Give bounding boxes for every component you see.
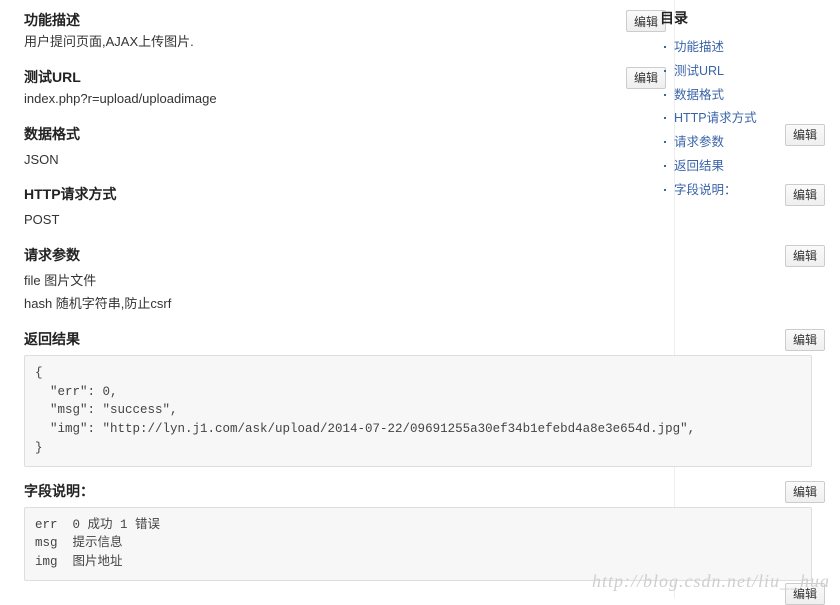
section-fmt: 编辑 数据格式 JSON <box>24 124 670 171</box>
toc-list: 功能描述 测试URL 数据格式 HTTP请求方式 请求参数 返回结果 字段说明： <box>660 36 800 202</box>
toc-link[interactable]: 测试URL <box>674 64 724 78</box>
section-title: 返回结果 <box>24 329 670 349</box>
section-title: 数据格式 <box>24 124 670 144</box>
section-fld: 编辑 字段说明： err 0 成功 1 错误 msg 提示信息 img 图片地址… <box>24 481 670 581</box>
toc-link[interactable]: 请求参数 <box>674 135 724 149</box>
toc-item: 测试URL <box>660 60 800 84</box>
toc: 目录 功能描述 测试URL 数据格式 HTTP请求方式 请求参数 返回结果 字段… <box>660 8 800 202</box>
toc-link[interactable]: 功能描述 <box>674 40 724 54</box>
toc-link[interactable]: HTTP请求方式 <box>674 111 757 125</box>
section-title: 功能描述 <box>24 10 670 30</box>
section-title: 请求参数 <box>24 245 670 265</box>
toc-link[interactable]: 字段说明： <box>674 183 737 197</box>
toc-item: 字段说明： <box>660 179 800 203</box>
edit-button[interactable]: 编辑 <box>785 329 825 351</box>
edit-button[interactable]: 编辑 <box>785 481 825 503</box>
section-title: 字段说明： <box>24 481 670 501</box>
section-url: 编辑 测试URL index.php?r=upload/uploadimage <box>24 67 670 110</box>
toc-link[interactable]: 数据格式 <box>674 88 724 102</box>
toc-item: 请求参数 <box>660 131 800 155</box>
edit-button[interactable]: 编辑 <box>785 245 825 267</box>
toc-item: 返回结果 <box>660 155 800 179</box>
section-title: 测试URL <box>24 67 670 87</box>
section-func: 编辑 功能描述 用户提问页面,AJAX上传图片. <box>24 10 670 53</box>
section-body: file 图片文件 hash 随机字符串,防止csrf <box>24 271 670 315</box>
param-line: file 图片文件 <box>24 271 670 292</box>
code-block: { "err": 0, "msg": "success", "img": "ht… <box>24 355 812 467</box>
edit-button[interactable]: 编辑 <box>785 583 825 605</box>
section-body: index.php?r=upload/uploadimage <box>24 89 670 110</box>
toc-item: 功能描述 <box>660 36 800 60</box>
main-content: 编辑 功能描述 用户提问页面,AJAX上传图片. 编辑 测试URL index.… <box>0 0 670 595</box>
toc-title: 目录 <box>660 8 800 28</box>
code-block: err 0 成功 1 错误 msg 提示信息 img 图片地址 <box>24 507 812 581</box>
param-line: hash 随机字符串,防止csrf <box>24 294 670 315</box>
section-title: HTTP请求方式 <box>24 184 670 204</box>
section-req: 编辑 请求参数 file 图片文件 hash 随机字符串,防止csrf <box>24 245 670 315</box>
section-ret: 编辑 返回结果 { "err": 0, "msg": "success", "i… <box>24 329 670 467</box>
toc-item: 数据格式 <box>660 84 800 108</box>
section-body: JSON <box>24 150 670 171</box>
toc-link[interactable]: 返回结果 <box>674 159 724 173</box>
section-http: 编辑 HTTP请求方式 POST <box>24 184 670 231</box>
toc-item: HTTP请求方式 <box>660 107 800 131</box>
section-body: 用户提问页面,AJAX上传图片. <box>24 32 670 53</box>
section-body: POST <box>24 210 670 231</box>
